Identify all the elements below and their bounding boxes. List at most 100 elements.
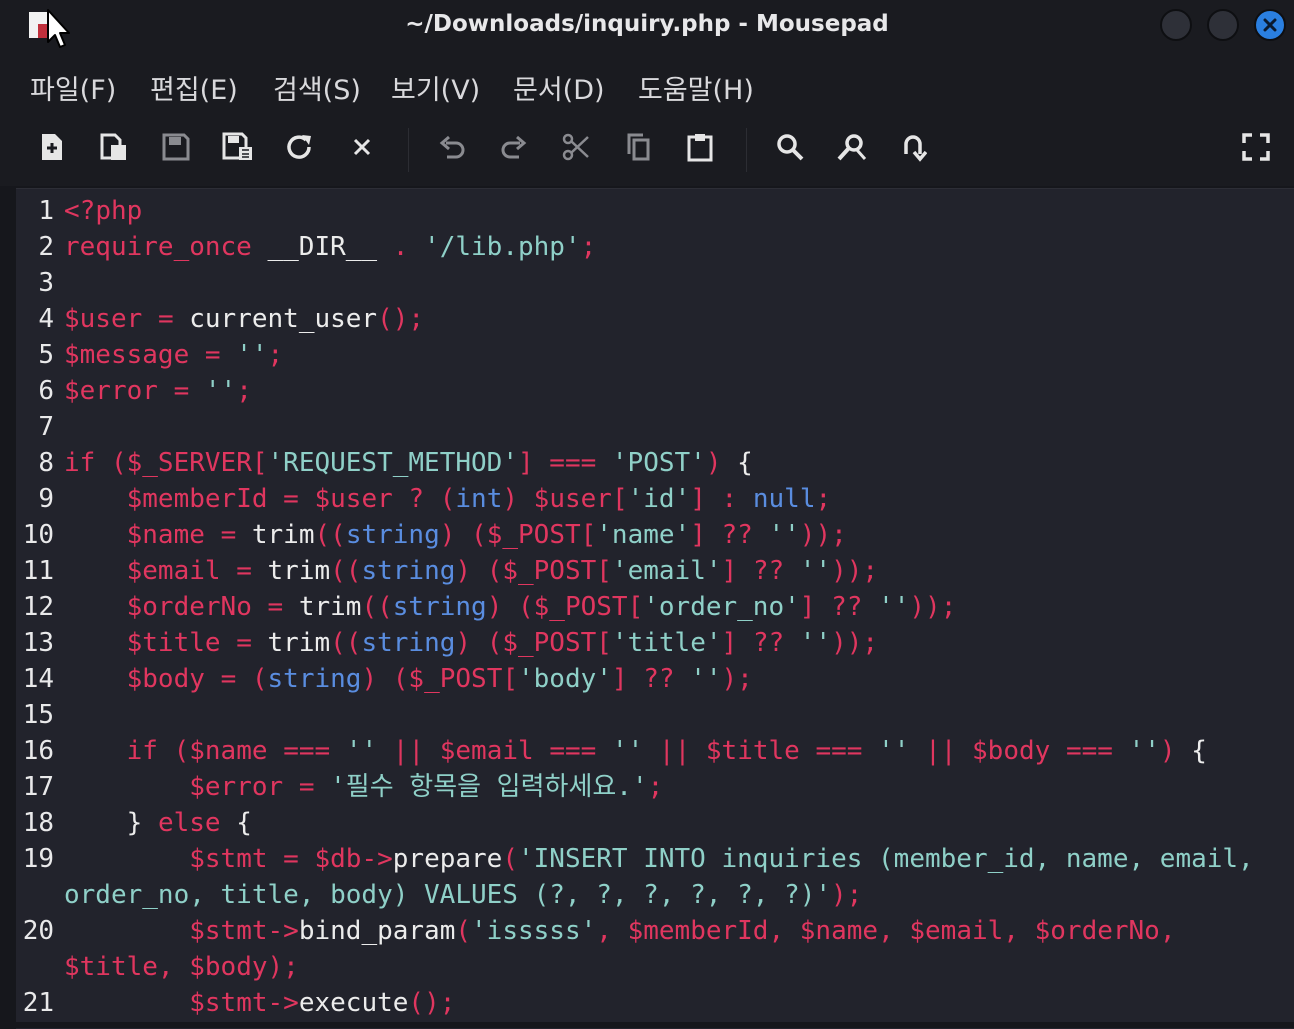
paste-icon (687, 134, 713, 162)
line-number: 9 (38, 484, 54, 514)
save-as-button[interactable] (221, 130, 255, 164)
code-text: $error = ''; (64, 376, 252, 406)
paste-button[interactable] (683, 130, 717, 164)
line-number: 2 (38, 232, 54, 262)
line-number: 19 (22, 844, 54, 874)
maximize-button[interactable] (1207, 9, 1239, 41)
title-bar: ~/Downloads/inquiry.php - Mousepad (0, 0, 1294, 52)
code-line[interactable]: 15 (16, 697, 1294, 733)
toolbar (0, 114, 1294, 186)
line-number: 17 (22, 772, 54, 802)
code-text: $stmt->execute(); (189, 988, 456, 1018)
menu-view[interactable]: 보기(V) (391, 68, 480, 107)
code-line[interactable]: 18 } else { (16, 805, 1294, 841)
line-number: 12 (22, 592, 54, 622)
code-line[interactable]: 3 (16, 265, 1294, 301)
code-text: $memberId = $user ? (int) $user['id'] : … (126, 484, 832, 514)
code-text: $orderNo = trim((string) ($_POST['order_… (126, 592, 957, 622)
code-line[interactable]: 13 $title = trim((string) ($_POST['title… (16, 625, 1294, 661)
code-line[interactable]: 14 $body = (string) ($_POST['body'] ?? '… (16, 661, 1294, 697)
menu-help[interactable]: 도움말(H) (638, 68, 754, 107)
find-replace-button[interactable] (835, 130, 869, 164)
code-line[interactable]: 10 $name = trim((string) ($_POST['name']… (16, 517, 1294, 553)
search-icon (777, 134, 804, 161)
code-view[interactable]: 1 <?php 2 require_once __DIR__ . '/lib.php'… (16, 193, 1294, 1021)
code-line[interactable]: 4 $user = current_user(); (16, 301, 1294, 337)
code-line[interactable]: 16 if ($name === '' || $email === '' || … (16, 733, 1294, 769)
editor[interactable]: 1 <?php 2 require_once __DIR__ . '/lib.php'… (16, 188, 1294, 1029)
menu-edit[interactable]: 편집(E) (150, 68, 238, 107)
line-number: 6 (38, 376, 54, 406)
line-number: 3 (38, 268, 54, 298)
code-line[interactable]: 8 if ($_SERVER['REQUEST_METHOD'] === 'POS… (16, 445, 1294, 481)
line-number: 10 (22, 520, 54, 550)
search-button[interactable] (773, 130, 807, 164)
code-line[interactable]: 7 (16, 409, 1294, 445)
reload-button[interactable] (283, 130, 317, 164)
code-line[interactable]: 12 $orderNo = trim((string) ($_POST['ord… (16, 589, 1294, 625)
line-number: 5 (38, 340, 54, 370)
code-line[interactable]: 5 $message = ''; (16, 337, 1294, 373)
save-icon (162, 133, 190, 161)
code-line[interactable]: 19 $stmt = $db->prepare('INSERT INTO inq… (16, 841, 1294, 877)
window-title: ~/Downloads/inquiry.php - Mousepad (405, 11, 889, 37)
line-number: 20 (22, 916, 54, 946)
code-line[interactable]: $title, $body); (16, 949, 1294, 985)
line-number: 4 (38, 304, 54, 334)
code-text: require_once __DIR__ . '/lib.php'; (64, 232, 597, 262)
new-window-icon (100, 133, 126, 160)
code-text: } else { (126, 808, 252, 838)
go-to-line-button[interactable] (896, 130, 930, 164)
code-line[interactable]: 21 $stmt->execute(); (16, 985, 1294, 1021)
line-number: 8 (38, 448, 54, 478)
cut-icon (562, 133, 589, 161)
code-text: if ($_SERVER['REQUEST_METHOD'] === 'POST… (64, 448, 753, 478)
line-number: 11 (22, 556, 54, 586)
redo-button[interactable] (496, 130, 530, 164)
code-text: $title, $body); (64, 952, 299, 982)
save-as-icon (222, 132, 252, 160)
close-window-button[interactable] (1254, 9, 1286, 41)
undo-button[interactable] (436, 130, 470, 164)
code-text: $email = trim((string) ($_POST['email'] … (126, 556, 879, 586)
line-number: 18 (22, 808, 54, 838)
line-number: 13 (22, 628, 54, 658)
line-number: 16 (22, 736, 54, 766)
code-line[interactable]: 17 $error = '필수 항목을 입력하세요.'; (16, 769, 1294, 805)
code-text: $user = current_user(); (64, 304, 425, 334)
code-line[interactable]: 20 $stmt->bind_param('isssss', $memberId… (16, 913, 1294, 949)
code-line[interactable]: 1 <?php (16, 193, 1294, 229)
code-line[interactable]: 2 require_once __DIR__ . '/lib.php'; (16, 229, 1294, 265)
copy-icon (627, 133, 650, 161)
undo-icon (439, 135, 465, 159)
new-window-button[interactable] (97, 130, 131, 164)
menu-search[interactable]: 검색(S) (273, 68, 361, 107)
code-line[interactable]: order_no, title, body) VALUES (?, ?, ?, … (16, 877, 1294, 913)
fullscreen-button[interactable] (1239, 130, 1273, 164)
new-document-icon (42, 134, 62, 160)
menu-bar: 파일(F) 편집(E) 검색(S) 보기(V) 문서(D) 도움말(H) (0, 52, 1294, 114)
minimize-button[interactable] (1160, 9, 1192, 41)
fullscreen-icon (1242, 133, 1270, 161)
menu-file[interactable]: 파일(F) (30, 68, 116, 107)
close-icon (1263, 18, 1277, 32)
find-replace-icon (837, 134, 867, 161)
close-document-button[interactable] (345, 130, 379, 164)
code-line[interactable]: 11 $email = trim((string) ($_POST['email… (16, 553, 1294, 589)
code-line[interactable]: 6 $error = ''; (16, 373, 1294, 409)
cut-button[interactable] (559, 130, 593, 164)
code-text: $stmt = $db->prepare('INSERT INTO inquir… (189, 844, 1254, 874)
line-number: 7 (38, 412, 54, 442)
code-text: $stmt->bind_param('isssss', $memberId, $… (189, 916, 1176, 946)
menu-document[interactable]: 문서(D) (513, 68, 605, 107)
code-text: $name = trim((string) ($_POST['name'] ??… (126, 520, 847, 550)
new-document-button[interactable] (35, 130, 69, 164)
close-icon (353, 138, 371, 156)
code-text: $title = trim((string) ($_POST['title'] … (126, 628, 879, 658)
reload-icon (287, 135, 311, 159)
save-button[interactable] (159, 130, 193, 164)
redo-icon (501, 135, 527, 159)
code-line[interactable]: 9 $memberId = $user ? (int) $user['id'] … (16, 481, 1294, 517)
toolbar-separator (408, 128, 409, 172)
copy-button[interactable] (621, 130, 655, 164)
